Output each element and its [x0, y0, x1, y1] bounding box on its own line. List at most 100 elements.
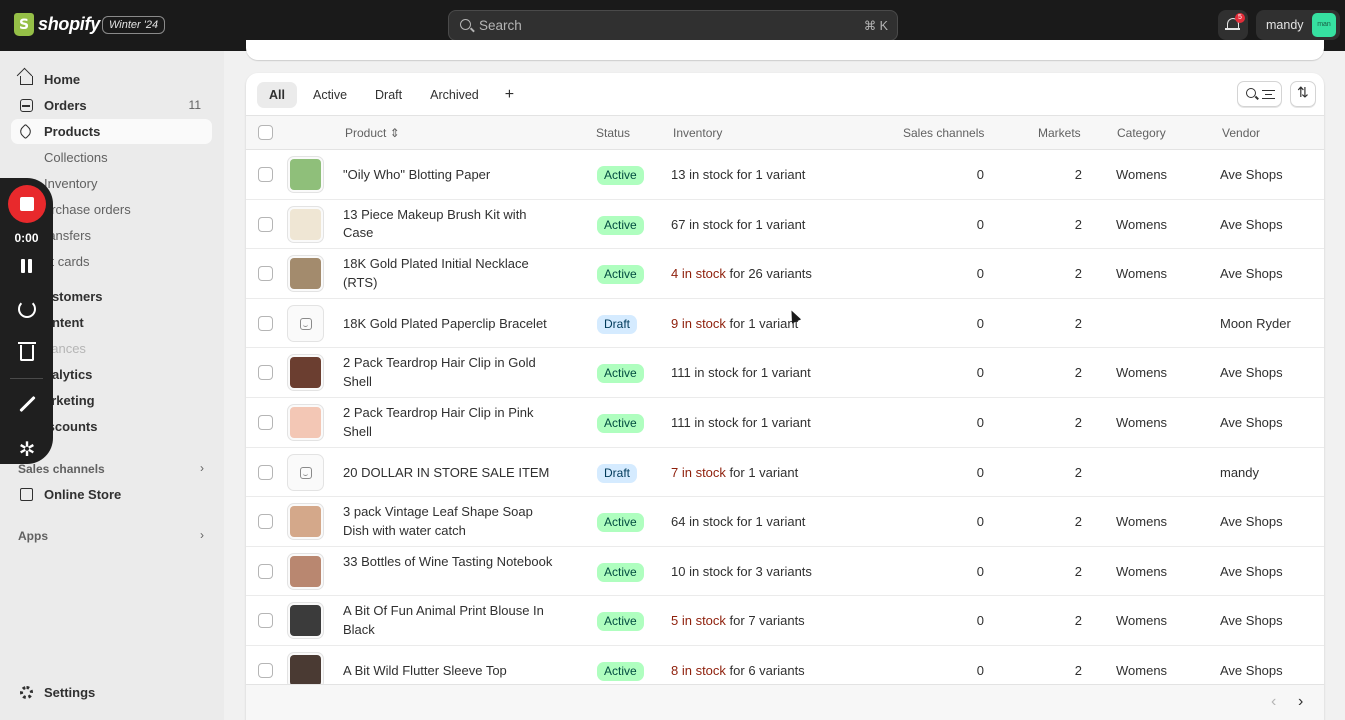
chevron-right-icon[interactable]: › [200, 528, 204, 542]
sales-channels-heading[interactable]: Sales channels [18, 462, 105, 476]
next-page-icon[interactable]: › [1298, 693, 1303, 711]
markets-cell: 2 [1074, 167, 1082, 182]
row-checkbox[interactable] [258, 663, 273, 678]
tag-icon [17, 123, 34, 140]
product-name[interactable]: 33 Bottles of Wine Tasting Notebook [343, 553, 553, 572]
product-name[interactable]: A Bit Of Fun Animal Print Blouse In Blac… [343, 602, 553, 639]
inventory-cell: 7 in stock for 1 variant [671, 465, 798, 480]
sidebar-item-online-store[interactable]: Online Store [11, 482, 212, 507]
store-icon [20, 488, 33, 501]
status-badge: Active [597, 166, 644, 185]
sidebar-item-label: Inventory [44, 176, 98, 191]
sidebar-item-orders[interactable]: Orders 11 [11, 93, 212, 118]
product-name[interactable]: "Oily Who" Blotting Paper [343, 166, 553, 185]
row-checkbox[interactable] [258, 415, 273, 430]
product-thumbnail[interactable] [287, 205, 324, 243]
search-bar[interactable]: Search ⌘ K [448, 10, 898, 41]
product-name[interactable]: 18K Gold Plated Paperclip Bracelet [343, 315, 553, 334]
sort-button[interactable]: ⇅ [1290, 81, 1316, 107]
table-row[interactable]: 18K Gold Plated Paperclip Bracelet Draft 9… [246, 299, 1324, 349]
gear-icon [20, 686, 33, 699]
product-thumbnail[interactable] [287, 255, 324, 293]
status-badge: Active [597, 215, 644, 235]
stock-count: 7 in stock [671, 464, 726, 480]
markets-cell: 2 [1074, 514, 1082, 530]
vendor-cell: Ave Shops [1220, 266, 1283, 282]
table-row[interactable]: 3 pack Vintage Leaf Shape Soap Dish with… [246, 497, 1324, 547]
product-thumbnail[interactable] [287, 304, 324, 342]
pen-icon[interactable] [19, 395, 36, 413]
product-image [290, 357, 321, 389]
chevron-right-icon[interactable]: › [200, 461, 204, 475]
image-placeholder-icon [300, 317, 312, 330]
product-thumbnail[interactable] [287, 503, 324, 541]
product-image [290, 655, 321, 686]
notifications-button[interactable]: 5 [1218, 10, 1248, 40]
select-all-checkbox[interactable] [258, 125, 273, 140]
product-thumbnail[interactable] [287, 156, 324, 193]
product-name[interactable]: 3 pack Vintage Leaf Shape Soap Dish with… [343, 503, 553, 540]
table-row[interactable]: 20 DOLLAR IN STORE SALE ITEM Draft 7 in st… [246, 448, 1324, 498]
row-checkbox[interactable] [258, 464, 273, 480]
edition-badge[interactable]: Winter '24 [102, 16, 166, 34]
product-thumbnail[interactable] [287, 453, 324, 491]
table-row[interactable]: 2 Pack Teardrop Hair Clip in Pink Shell A… [246, 398, 1324, 448]
shopify-logo[interactable]: shopify [14, 13, 100, 36]
product-name[interactable]: 20 DOLLAR IN STORE SALE ITEM [343, 464, 553, 483]
sidebar-item-products[interactable]: Products [11, 119, 212, 144]
table-row[interactable]: 13 Piece Makeup Brush Kit with Case Activ… [246, 200, 1324, 250]
product-image [290, 258, 321, 290]
product-name[interactable]: 2 Pack Teardrop Hair Clip in Pink Shell [343, 404, 553, 441]
variant-count: for 6 variants [725, 663, 805, 678]
row-checkbox[interactable] [258, 216, 273, 232]
tab-archived[interactable]: Archived [418, 82, 491, 108]
category-cell: Womens [1116, 663, 1168, 678]
product-thumbnail[interactable] [287, 602, 324, 640]
apps-heading[interactable]: Apps [18, 529, 48, 543]
previous-page-icon[interactable]: ‹ [1271, 693, 1276, 711]
user-name: mandy [1266, 18, 1304, 32]
previous-card [246, 40, 1324, 60]
user-menu-button[interactable]: mandy man [1256, 10, 1340, 40]
product-image [290, 555, 321, 587]
status-badge: Active [597, 662, 644, 681]
sidebar-item-settings[interactable]: Settings [11, 680, 212, 705]
trash-icon[interactable] [18, 342, 36, 361]
row-checkbox[interactable] [258, 266, 273, 282]
product-name[interactable]: A Bit Wild Flutter Sleeve Top [343, 662, 553, 681]
search-filter-button[interactable] [1237, 81, 1282, 107]
product-name[interactable]: 2 Pack Teardrop Hair Clip in Gold Shell [343, 354, 553, 391]
add-view-button[interactable]: + [495, 82, 524, 108]
vendor-cell: Ave Shops [1220, 514, 1283, 530]
row-checkbox[interactable] [258, 315, 273, 331]
tab-active[interactable]: Active [301, 82, 359, 108]
pause-icon[interactable] [14, 253, 40, 279]
restart-icon[interactable] [18, 300, 36, 318]
column-product[interactable]: Product ⇕ [345, 126, 400, 140]
product-thumbnail[interactable] [287, 354, 324, 392]
pagination: ‹ › [246, 684, 1324, 720]
product-thumbnail[interactable] [287, 552, 324, 590]
category-cell: Womens [1116, 167, 1168, 182]
row-checkbox[interactable] [258, 167, 273, 182]
sidebar-item-home[interactable]: Home [11, 67, 212, 92]
table-row[interactable]: 33 Bottles of Wine Tasting Notebook Activ… [246, 547, 1324, 597]
sidebar-item-collections[interactable]: Collections [11, 145, 212, 170]
product-name[interactable]: 18K Gold Plated Initial Necklace (RTS) [343, 255, 553, 292]
row-checkbox[interactable] [258, 563, 273, 579]
table-row[interactable]: 2 Pack Teardrop Hair Clip in Gold Shell A… [246, 348, 1324, 398]
table-row[interactable]: 18K Gold Plated Initial Necklace (RTS) Ac… [246, 249, 1324, 299]
tab-draft[interactable]: Draft [363, 82, 414, 108]
row-checkbox[interactable] [258, 613, 273, 629]
row-checkbox[interactable] [258, 514, 273, 530]
table-row[interactable]: "Oily Who" Blotting Paper Active 13 in sto… [246, 150, 1324, 200]
search-icon [460, 19, 471, 30]
stop-recording-button[interactable] [8, 185, 46, 223]
table-row[interactable]: A Bit Of Fun Animal Print Blouse In Blac… [246, 596, 1324, 646]
sparkle-icon[interactable]: ✲ [14, 437, 40, 463]
stock-count: 67 in stock [671, 216, 734, 232]
product-name[interactable]: 13 Piece Makeup Brush Kit with Case [343, 206, 553, 243]
row-checkbox[interactable] [258, 365, 273, 381]
product-thumbnail[interactable] [287, 404, 324, 441]
tab-all[interactable]: All [257, 82, 297, 108]
